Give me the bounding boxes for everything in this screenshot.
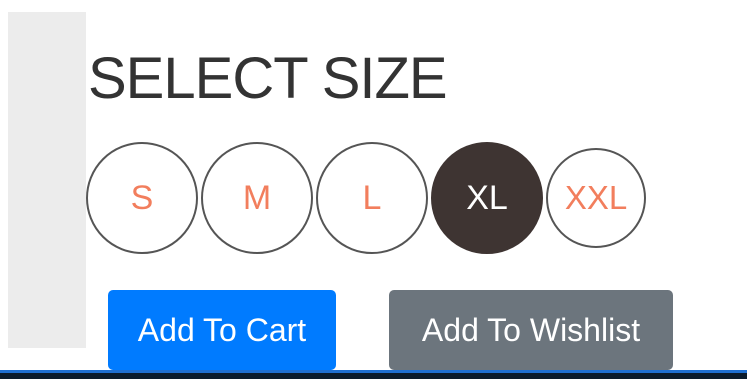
size-selector: S M L XL XXL [86,142,649,254]
page-title: SELECT SIZE [88,46,448,111]
bottom-bar-accent [0,370,747,373]
size-option-l[interactable]: L [316,142,428,254]
size-option-xl[interactable]: XL [431,142,543,254]
size-option-m[interactable]: M [201,142,313,254]
size-option-xxl[interactable]: XXL [546,148,646,248]
size-option-s[interactable]: S [86,142,198,254]
left-panel [8,12,86,348]
page: SELECT SIZE S M L XL XXL Add To Cart Add… [0,0,747,379]
add-to-wishlist-button[interactable]: Add To Wishlist [389,290,673,370]
add-to-cart-button[interactable]: Add To Cart [108,290,336,370]
